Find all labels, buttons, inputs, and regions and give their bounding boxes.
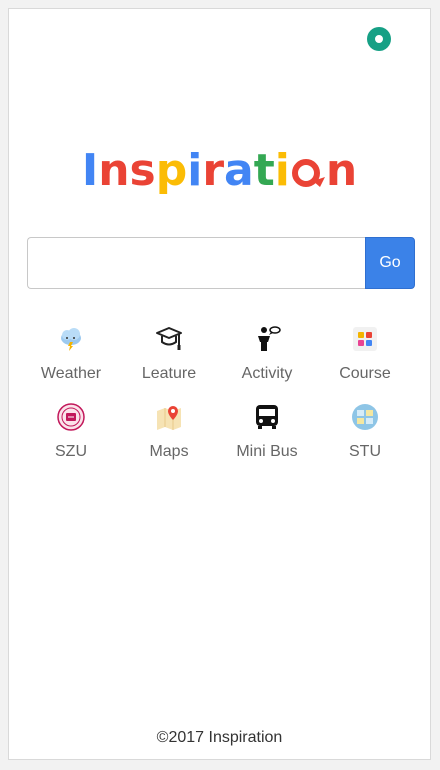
app-weather[interactable]: Weather [22, 323, 120, 387]
app-mini-bus[interactable]: Mini Bus [218, 401, 316, 465]
logo-letter: a [224, 145, 254, 196]
weather-cloud-icon [57, 325, 85, 353]
search-bar: Go [27, 237, 415, 289]
logo-letter: p [155, 145, 188, 196]
app-label: SZU [55, 443, 87, 460]
app-stu[interactable]: STU [316, 401, 414, 465]
app-logo: I n s p i r a t i n [9, 145, 430, 196]
copyright-footer: ©2017 Inspiration [156, 729, 283, 746]
search-input[interactable] [27, 237, 365, 289]
app-label: Course [339, 365, 391, 382]
app-grid: Weather Leature Activity Course SZU Maps… [22, 323, 414, 465]
app-maps[interactable]: Maps [120, 401, 218, 465]
logo-letter: s [129, 145, 156, 196]
app-activity[interactable]: Activity [218, 323, 316, 387]
app-frame: I n s p i r a t i n Go Weather Leature A… [8, 8, 431, 760]
app-leature[interactable]: Leature [120, 323, 218, 387]
app-label: Mini Bus [236, 443, 298, 460]
logo-letter: r [202, 145, 225, 196]
app-course[interactable]: Course [316, 323, 414, 387]
course-grid-icon [351, 325, 379, 353]
logo-letter: I [81, 145, 99, 196]
szu-emblem-icon [57, 403, 85, 431]
app-label: STU [349, 443, 381, 460]
app-label: Maps [149, 443, 189, 460]
app-szu[interactable]: SZU [22, 401, 120, 465]
go-button[interactable]: Go [365, 237, 415, 289]
bus-icon [253, 403, 281, 431]
logo-letter: t [253, 145, 275, 196]
app-label: Activity [241, 365, 293, 382]
logo-letter: n [98, 145, 130, 196]
speaker-podium-icon [253, 325, 281, 353]
stu-emblem-icon [351, 403, 379, 431]
logo-letter: i [274, 145, 290, 196]
magnifier-o-icon [291, 151, 325, 187]
record-icon[interactable] [367, 27, 391, 51]
app-label: Weather [40, 365, 102, 382]
logo-letter: i [187, 145, 203, 196]
graduation-cap-icon [155, 325, 183, 353]
app-label: Leature [141, 365, 197, 382]
map-pin-icon [155, 403, 183, 431]
